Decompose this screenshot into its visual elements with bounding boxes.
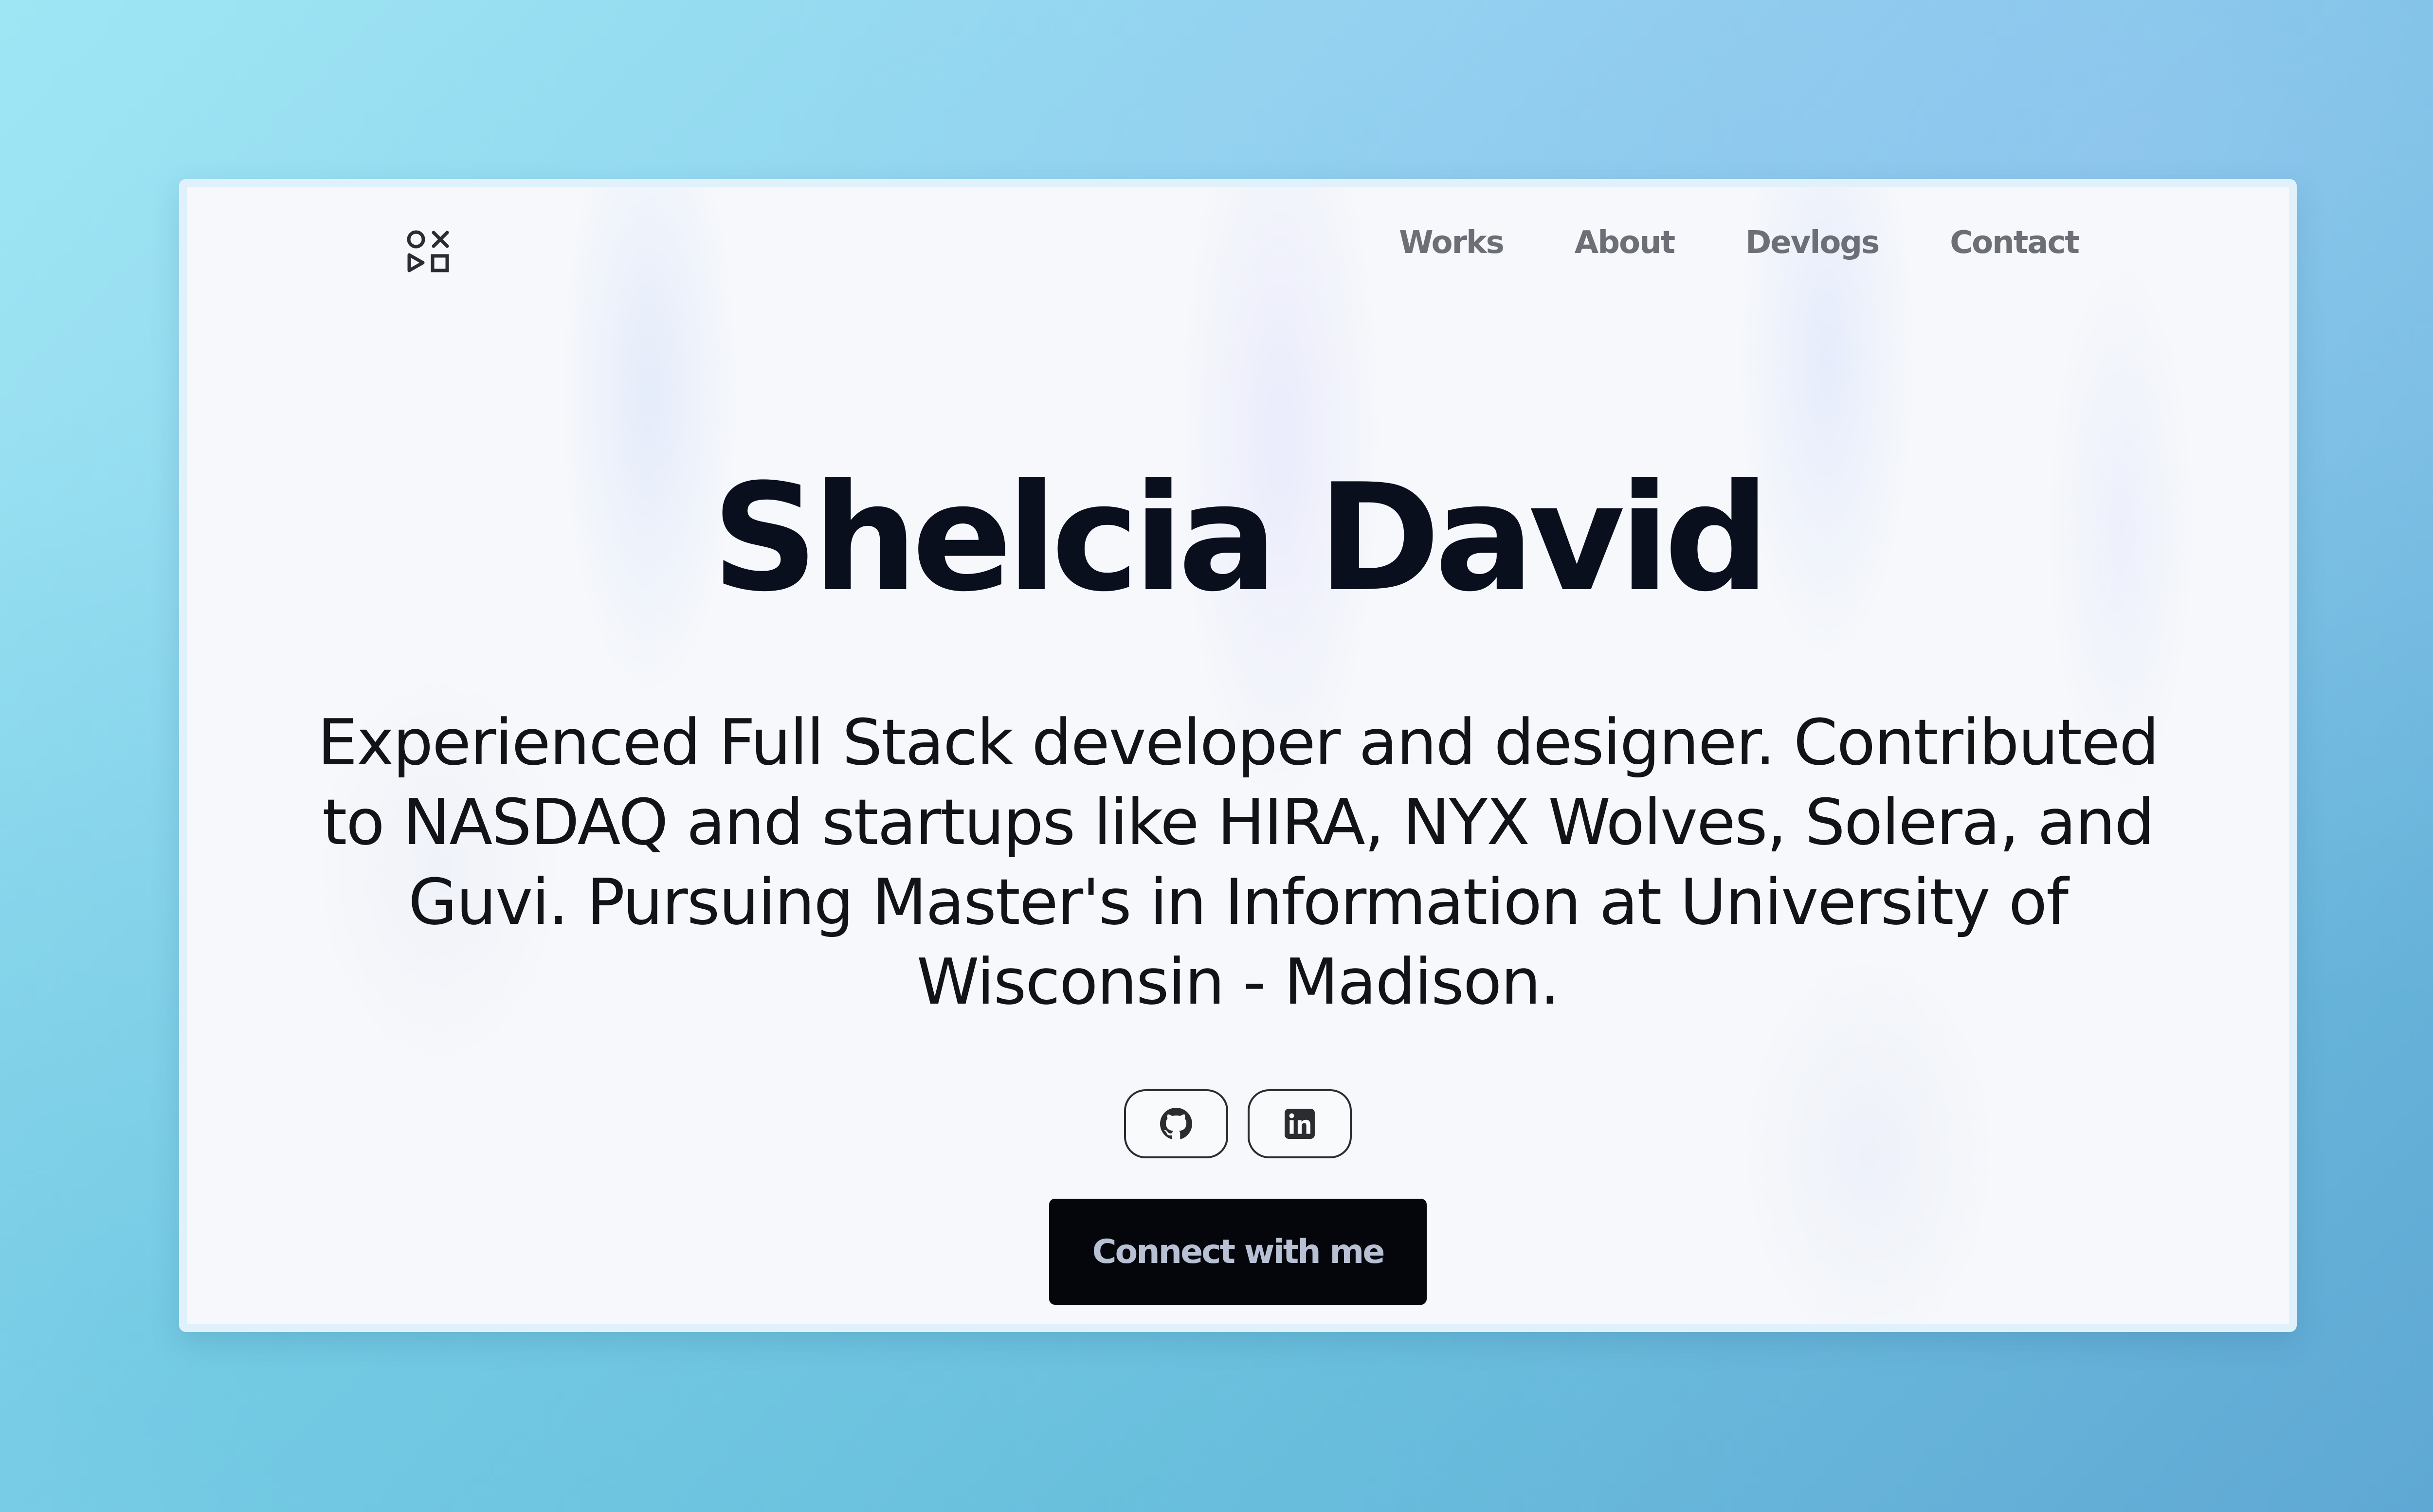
linkedin-icon — [1285, 1109, 1315, 1139]
main-nav: Works About Devlogs Contact — [1399, 225, 2080, 261]
github-button[interactable] — [1124, 1089, 1228, 1158]
nav-link-about[interactable]: About — [1575, 225, 1675, 261]
hero-description: Experienced Full Stack developer and des… — [317, 705, 2160, 1019]
playstation-shapes-icon[interactable] — [403, 227, 452, 275]
nav-link-works[interactable]: Works — [1399, 225, 1504, 261]
nav-link-contact[interactable]: Contact — [1950, 225, 2080, 261]
browser-window: Works About Devlogs Contact Shelcia Davi… — [179, 179, 2297, 1332]
nav-link-devlogs[interactable]: Devlogs — [1745, 225, 1880, 261]
linkedin-button[interactable] — [1248, 1089, 1352, 1158]
connect-button[interactable]: Connect with me — [1049, 1199, 1427, 1305]
hero-title: Shelcia David — [711, 452, 1770, 624]
social-links — [187, 1089, 2289, 1158]
github-icon — [1160, 1108, 1192, 1139]
connect-button-label: Connect with me — [1092, 1232, 1385, 1271]
